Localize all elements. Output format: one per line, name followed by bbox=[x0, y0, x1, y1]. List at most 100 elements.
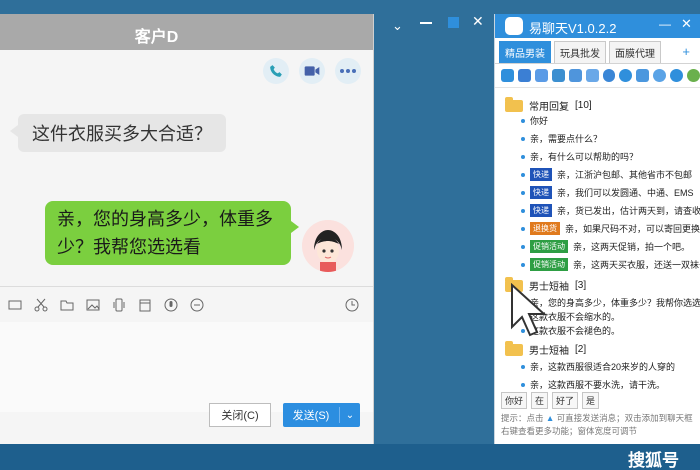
panel-close-button[interactable]: ✕ bbox=[681, 16, 692, 32]
add-tab-button[interactable]: + bbox=[682, 44, 690, 59]
phone-icon bbox=[270, 65, 282, 77]
edit-icon[interactable] bbox=[551, 69, 565, 82]
panel-title: 易聊天V1.0.2.2 bbox=[529, 21, 617, 36]
group-count: [3] bbox=[575, 280, 587, 291]
avatar bbox=[302, 220, 354, 272]
item-text: 亲，这款西服很适合20来岁的人穿的 bbox=[530, 362, 676, 372]
flag-icon[interactable] bbox=[670, 69, 684, 82]
video-icon bbox=[304, 66, 320, 76]
list-item[interactable]: 快递 亲，货已发出，估计两天到，请查收 bbox=[521, 204, 700, 217]
item-tag: 促销活动 bbox=[530, 258, 568, 271]
shake-button[interactable] bbox=[110, 296, 128, 314]
group-common[interactable]: 常用回复 [10] bbox=[505, 96, 592, 113]
list-item[interactable]: 亲，这款西服不要水洗，请干洗。 bbox=[521, 378, 665, 390]
list-item[interactable]: 促销活动 亲，这两天买衣服，还送一双袜子 bbox=[521, 258, 700, 271]
close-window-button[interactable]: ✕ bbox=[472, 13, 484, 30]
lock-icon[interactable] bbox=[636, 69, 650, 82]
item-tag: 退换货 bbox=[530, 222, 560, 235]
list-item[interactable]: 促销活动 亲，这两天促销，拍一个吧。 bbox=[521, 240, 690, 253]
delete-icon[interactable] bbox=[585, 69, 599, 82]
hint-text: 提示：点击 ▲ 可直接发送消息；双击添加到聊天框 右键查看更多功能；窗体宽度可调… bbox=[501, 412, 697, 438]
incoming-message: 这件衣服买多大合适？ bbox=[10, 114, 226, 152]
app-logo-icon bbox=[505, 17, 523, 35]
item-tag: 快递 bbox=[530, 168, 552, 181]
hint-line-2: 右键查看更多功能；窗体宽度可调节 bbox=[501, 426, 638, 436]
info-icon[interactable] bbox=[653, 69, 667, 82]
mouse-cursor-icon bbox=[511, 283, 547, 337]
list-item[interactable]: 你好 bbox=[521, 114, 548, 127]
list-item[interactable]: 亲，有什么可以帮助的吗？ bbox=[521, 150, 638, 163]
refresh-icon[interactable] bbox=[602, 69, 616, 82]
item-text: 亲，这两天买衣服，还送一双袜子 bbox=[573, 260, 700, 270]
message-input[interactable] bbox=[0, 322, 373, 412]
panel-minimize-button[interactable]: — bbox=[659, 17, 671, 31]
list-item[interactable]: 快递 亲，我们可以发圆通、中通、EMS bbox=[521, 186, 694, 199]
item-text: 亲，这两天促销，拍一个吧。 bbox=[573, 242, 691, 252]
chat-titlebar: 客户D bbox=[0, 14, 373, 50]
screenshot-icon bbox=[8, 300, 22, 309]
chat-contact-name: 客户D bbox=[134, 29, 179, 46]
minimize-button[interactable] bbox=[420, 22, 432, 24]
hint-line-1a: 提示：点击 bbox=[501, 413, 544, 423]
item-text: 亲，需要点什么？ bbox=[530, 134, 603, 144]
quick-words: 你好 在 好了 是 bbox=[495, 390, 700, 410]
calendar-button[interactable] bbox=[136, 296, 154, 314]
panel-titlebar: 易聊天V1.0.2.2 — ✕ bbox=[495, 14, 700, 38]
emoji-more-button[interactable] bbox=[188, 296, 206, 314]
item-text: 亲，有什么可以帮助的吗？ bbox=[530, 152, 639, 162]
taskbar bbox=[0, 444, 700, 470]
chat-actions bbox=[263, 58, 361, 84]
send-button[interactable]: 发送(S) ⌄ bbox=[283, 403, 360, 427]
tab-menswear[interactable]: 精品男装 bbox=[499, 41, 551, 63]
history-button[interactable] bbox=[343, 296, 361, 314]
voice-call-button[interactable] bbox=[263, 58, 289, 84]
group-mens-shortsleeve-2[interactable]: 男士短袖 [2] bbox=[505, 340, 586, 357]
list-item[interactable]: 快递 亲，江浙沪包邮、其他省市不包邮 bbox=[521, 168, 692, 181]
folder-icon bbox=[60, 300, 74, 310]
item-text: 亲，您的身高多少，体重多少？我帮你选选看 bbox=[530, 298, 700, 308]
group-count: [10] bbox=[575, 100, 592, 111]
panel-toolbar bbox=[495, 64, 700, 88]
minimize-chevron[interactable]: ⌄ bbox=[392, 18, 403, 34]
list-item[interactable]: 退换货 亲，如果尺码不对，可以寄回更换 bbox=[521, 222, 700, 235]
avatar-girl-icon bbox=[302, 220, 354, 272]
group-name: 男士短袖 bbox=[529, 346, 569, 357]
more-button[interactable] bbox=[335, 58, 361, 84]
chat-toolbar bbox=[0, 286, 373, 322]
video-call-button[interactable] bbox=[299, 58, 325, 84]
mic-icon bbox=[164, 298, 178, 311]
tab-toys[interactable]: 玩具批发 bbox=[554, 41, 606, 63]
plant-icon[interactable] bbox=[687, 69, 700, 82]
image-button[interactable] bbox=[84, 296, 102, 314]
maximize-button[interactable] bbox=[448, 17, 459, 28]
list-item[interactable]: 亲，这款西服很适合20来岁的人穿的 bbox=[521, 360, 675, 373]
org-chart-icon[interactable] bbox=[501, 69, 514, 82]
copy-icon[interactable] bbox=[534, 69, 548, 82]
quick-word-button[interactable]: 你好 bbox=[501, 391, 528, 409]
item-text: 亲，货已发出，估计两天到，请查收 bbox=[557, 206, 700, 216]
note-icon[interactable] bbox=[568, 69, 582, 82]
close-chat-button[interactable]: 关闭(C) bbox=[209, 403, 271, 427]
send-arrow-icon: ▲ bbox=[543, 413, 557, 423]
send-options-chevron-icon[interactable]: ⌄ bbox=[340, 410, 360, 421]
mic-button[interactable] bbox=[162, 296, 180, 314]
quick-word-button[interactable]: 是 bbox=[582, 391, 600, 409]
send-label: 发送(S) bbox=[283, 407, 340, 423]
quick-word-button[interactable]: 在 bbox=[531, 391, 549, 409]
list-item[interactable]: 亲，需要点什么？ bbox=[521, 132, 602, 145]
hint-line-1b: 可直接发送消息；双击添加到聊天框 bbox=[556, 413, 693, 423]
tab-masks[interactable]: 面膜代理 bbox=[609, 41, 661, 63]
globe-icon[interactable] bbox=[619, 69, 633, 82]
watermark: 搜狐号 bbox=[628, 451, 679, 470]
item-text: 亲，我们可以发圆通、中通、EMS bbox=[557, 188, 694, 198]
panel-tabs: 精品男装 玩具批发 面膜代理 + bbox=[495, 41, 700, 64]
scissors-button[interactable] bbox=[32, 296, 50, 314]
folder-button[interactable] bbox=[58, 296, 76, 314]
folder-icon bbox=[505, 96, 523, 112]
quick-word-button[interactable]: 好了 bbox=[552, 391, 579, 409]
item-tag: 快递 bbox=[530, 186, 552, 199]
settings-icon[interactable] bbox=[517, 69, 531, 82]
screenshot-button[interactable] bbox=[6, 296, 24, 314]
shake-icon bbox=[113, 298, 125, 311]
chat-window: 客户D 这件衣服买多大合适？ 亲，您的身高多少，体重多少？我帮您选选看 bbox=[0, 14, 374, 444]
